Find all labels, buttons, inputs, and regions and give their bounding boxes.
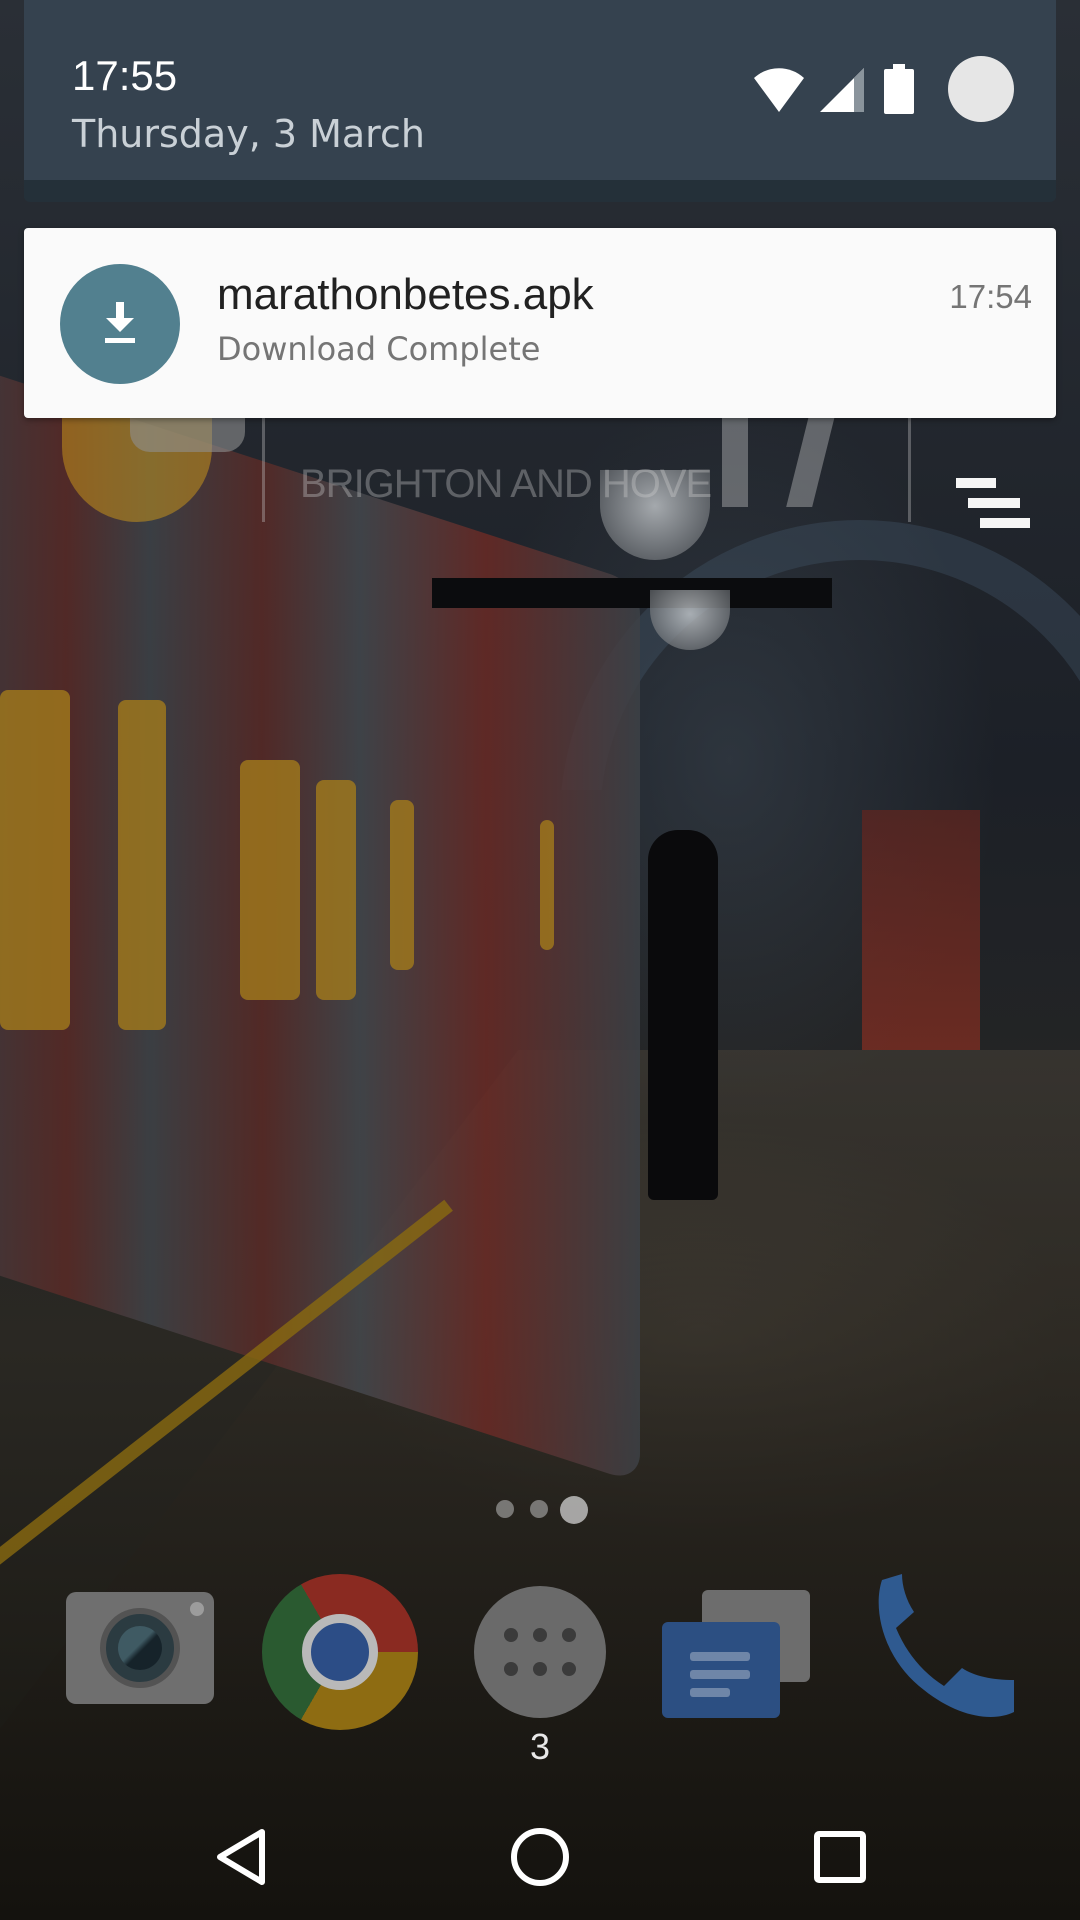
page-indicator (492, 1496, 592, 1524)
page-dot (530, 1500, 548, 1518)
notification-shade-header: 17:55 Thursday, 3 March (24, 0, 1056, 200)
app-drawer-icon[interactable] (474, 1586, 606, 1718)
messages-icon[interactable] (662, 1590, 820, 1730)
cellular-signal-icon (820, 68, 864, 116)
camera-lens (100, 1608, 180, 1688)
wallpaper-train-window (240, 760, 300, 1000)
notification-title: marathonbetes.apk (217, 270, 594, 319)
wallpaper-door (862, 810, 980, 1050)
page-dot-active (560, 1496, 588, 1524)
wallpaper-beam (432, 578, 832, 608)
wallpaper-train-window (118, 700, 166, 1030)
widget-location: BRIGHTON AND HOVE (300, 462, 712, 506)
dock: 3 (0, 1560, 1080, 1767)
shade-header-edge (24, 180, 1056, 202)
back-icon[interactable] (196, 1812, 286, 1902)
navigation-bar (0, 1790, 1080, 1920)
chrome-center (302, 1614, 378, 1690)
wifi-icon (754, 68, 804, 116)
messages-front-bubble (662, 1622, 780, 1718)
notification-text: Download Complete (217, 330, 541, 368)
shade-date[interactable]: Thursday, 3 March (72, 112, 425, 156)
notification-card[interactable]: marathonbetes.apk Download Complete 17:5… (24, 228, 1056, 418)
camera-flash (190, 1602, 204, 1616)
page-dot (496, 1500, 514, 1518)
wallpaper-train-window (540, 820, 554, 950)
notification-time: 17:54 (949, 278, 1032, 315)
widget-divider (262, 412, 265, 522)
wallpaper-person (648, 830, 718, 1200)
wallpaper-train-window (0, 690, 70, 1030)
widget-clock-digit (786, 412, 836, 507)
camera-icon[interactable] (66, 1592, 214, 1704)
phone-icon[interactable] (864, 1570, 1024, 1730)
widget-clock-digit (722, 412, 748, 507)
wallpaper-train-window (316, 780, 356, 1000)
user-avatar-icon[interactable] (948, 56, 1014, 122)
app-drawer-badge: 3 (529, 1726, 551, 1767)
menu-icon[interactable] (956, 478, 1030, 534)
status-icons (754, 56, 1014, 122)
wallpaper-train-window (390, 800, 414, 970)
widget-divider (908, 412, 911, 522)
chrome-icon[interactable] (262, 1574, 418, 1730)
recents-icon[interactable] (795, 1812, 885, 1902)
weather-cloud-icon (130, 412, 245, 452)
home-icon[interactable] (495, 1812, 585, 1902)
weather-widget[interactable]: BRIGHTON AND HOVE (0, 412, 1080, 542)
battery-icon (884, 64, 914, 118)
download-icon (60, 264, 180, 384)
shade-clock: 17:55 (72, 52, 178, 99)
